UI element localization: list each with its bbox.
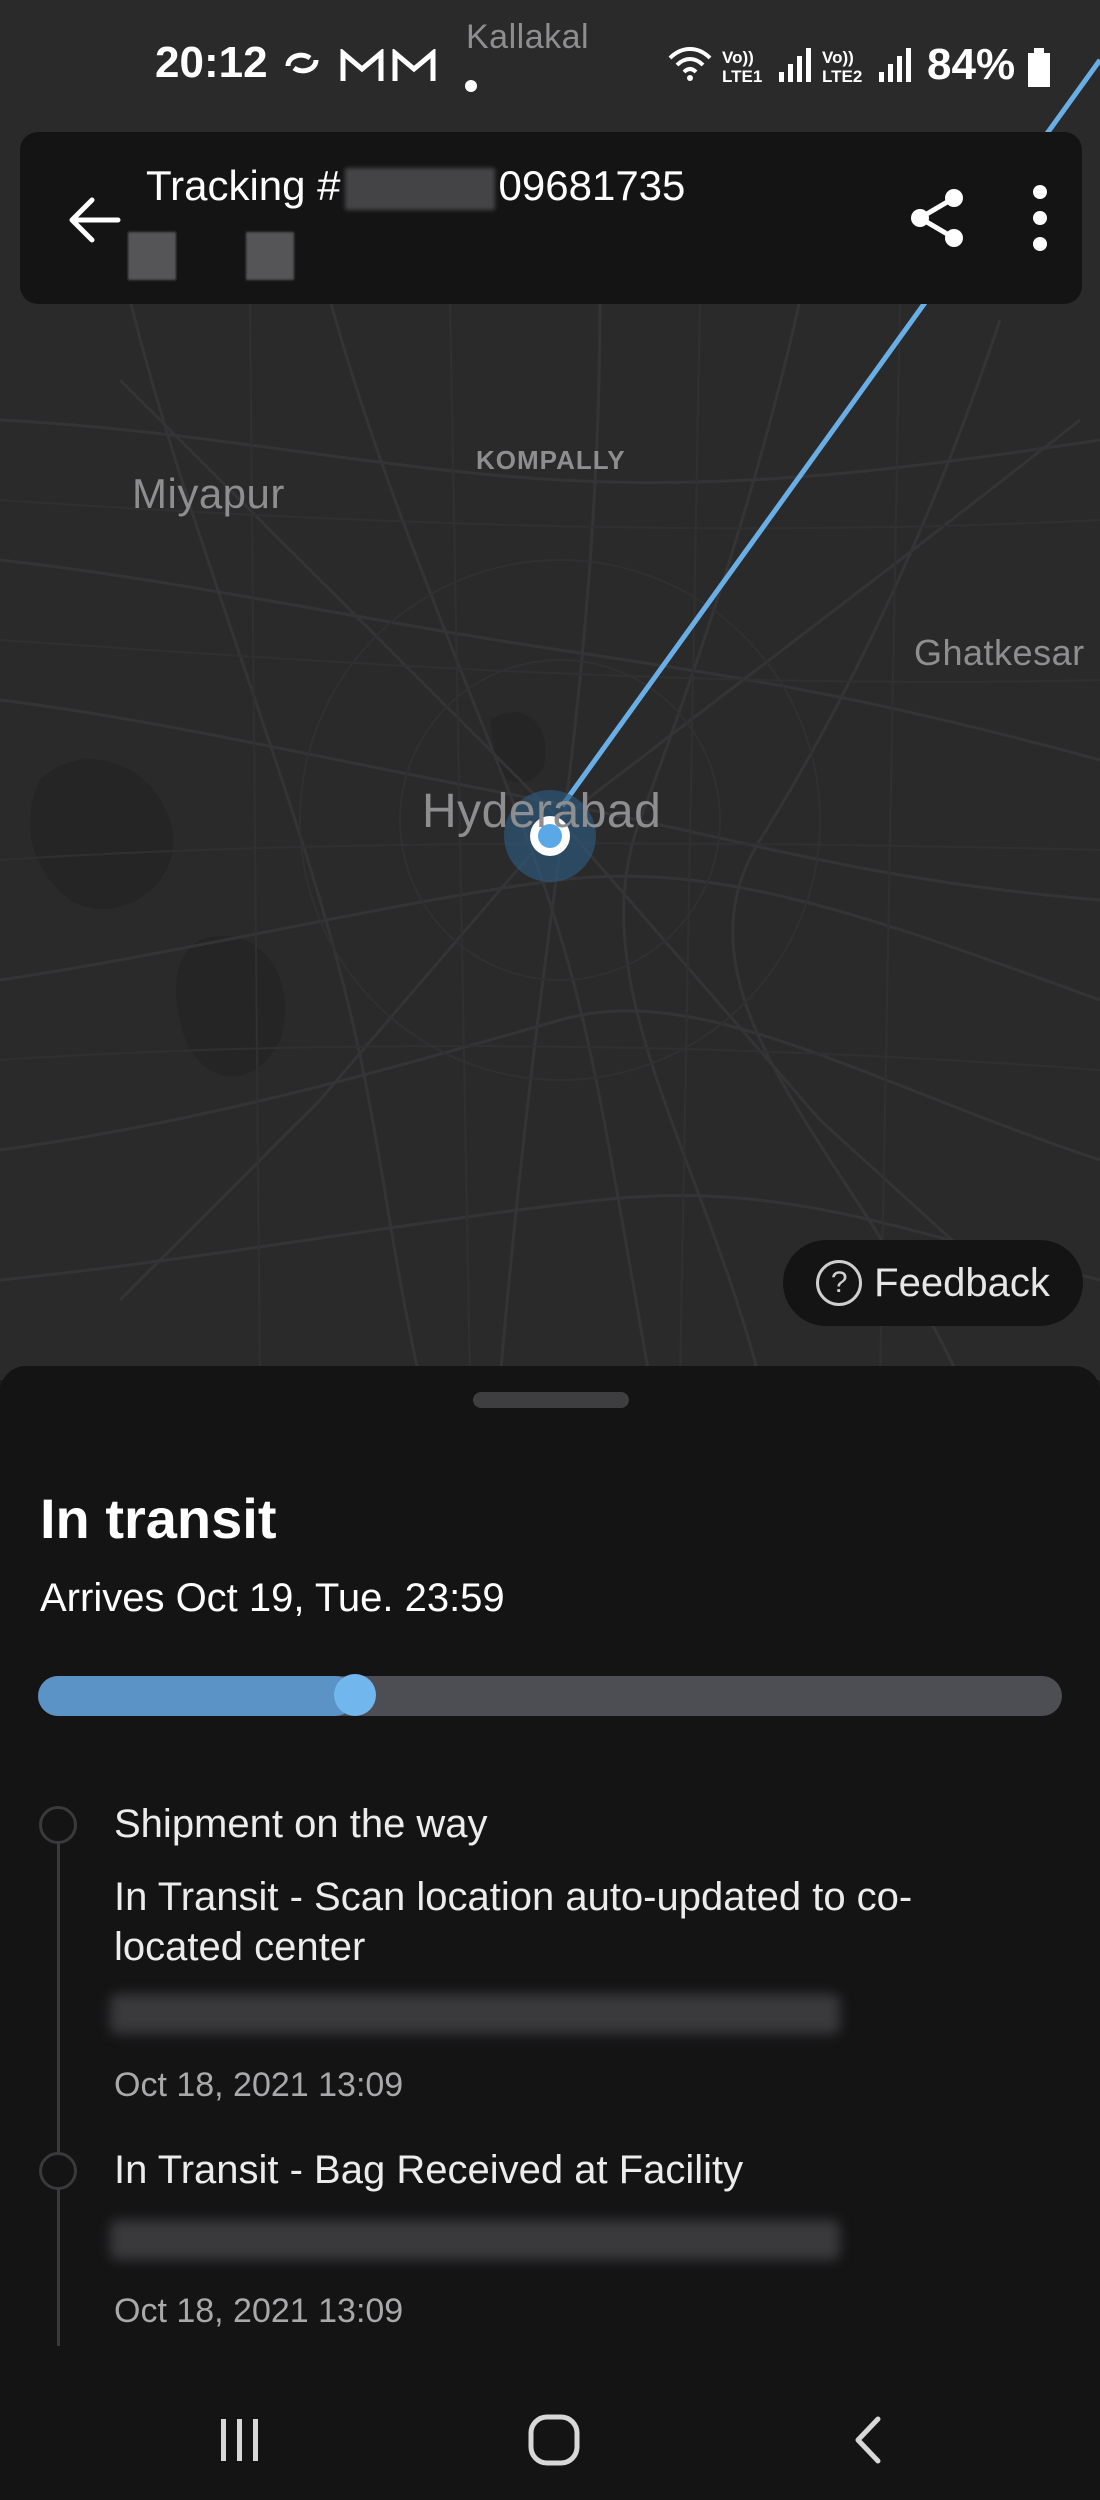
redacted-block [344, 167, 495, 210]
map-label-hyderabad: Hyderabad [422, 785, 662, 838]
battery-icon [1026, 48, 1052, 98]
tracking-header: Tracking # 09681735 [20, 132, 1082, 304]
status-time: 20:12 [155, 38, 268, 87]
delivery-progress-fill [38, 1676, 356, 1716]
tracking-timeline: Shipment on the way In Transit - Scan lo… [0, 1756, 1100, 2356]
feedback-button[interactable]: ? Feedback [783, 1240, 1083, 1326]
event-description: In Transit - Scan location auto-updated … [114, 1875, 913, 1969]
map-label-kompally: KOMPALLY [476, 445, 626, 475]
nav-back-icon [855, 2416, 881, 2464]
system-navigation-bar [0, 2380, 1100, 2500]
lte2-label: Vo)) LTE2 [822, 48, 863, 86]
delivery-progress-bar [38, 1674, 1062, 1716]
event-title: In Transit - Bag Received at Facility [114, 2148, 744, 2192]
tracking-title-prefix: Tracking # [146, 162, 341, 209]
signal-lte1-icon: Vo)) LTE1 [722, 46, 815, 86]
nav-back-button[interactable] [808, 2400, 928, 2480]
timeline-dot [39, 2152, 77, 2190]
gmail-icon [340, 47, 384, 93]
home-button[interactable] [494, 2400, 614, 2480]
share-button[interactable] [890, 170, 986, 266]
tracking-number-title: Tracking # 09681735 [146, 162, 685, 210]
arrow-left-icon [69, 197, 121, 243]
recents-button[interactable] [180, 2400, 300, 2480]
dot-icon [464, 58, 478, 103]
redacted-location [110, 2220, 840, 2260]
signal-lte2-icon: Vo)) LTE2 [822, 46, 915, 86]
gmail-icon [392, 47, 436, 93]
redacted-block [128, 232, 176, 280]
estimated-arrival: Arrives Oct 19, Tue. 23:59 [40, 1576, 505, 1620]
sync-icon [282, 46, 322, 89]
tracking-number-suffix: 09681735 [498, 162, 686, 209]
timeline-dot [39, 1806, 77, 1844]
recents-icon [221, 2419, 258, 2461]
feedback-label: Feedback [874, 1260, 1050, 1305]
redacted-block [246, 232, 294, 280]
wifi-icon [666, 44, 714, 94]
map-label-miyapur: Miyapur [132, 470, 285, 517]
tracking-details-sheet[interactable]: In transit Arrives Oct 19, Tue. 23:59 Sh… [0, 1366, 1100, 2500]
lte1-label: Vo)) LTE1 [722, 48, 763, 86]
event-title: Shipment on the way [114, 1802, 488, 1846]
drag-handle[interactable] [473, 1392, 629, 1408]
delivery-progress-indicator [334, 1674, 377, 1716]
map-view[interactable]: Kallakal KOMPALLY Miyapur Ghatkesar Hyde… [0, 0, 1100, 1380]
status-bar: 20:12 Vo)) LTE1 Vo)) LTE2 84% [0, 0, 1100, 130]
redacted-location [110, 1994, 840, 2034]
tracking-subtitle [128, 232, 294, 282]
event-timestamp: Oct 18, 2021 13:09 [114, 2066, 404, 2104]
more-vertical-icon [1033, 185, 1047, 251]
home-icon [528, 2414, 580, 2466]
battery-percentage: 84% [927, 40, 1016, 89]
timeline-line [57, 1806, 60, 2346]
more-options-button[interactable] [1000, 170, 1080, 266]
help-circle-icon: ? [816, 1260, 863, 1306]
share-icon [911, 189, 963, 247]
map-label-ghatkesar: Ghatkesar [914, 632, 1085, 673]
event-timestamp: Oct 18, 2021 13:09 [114, 2292, 404, 2330]
shipment-status-title: In transit [40, 1487, 277, 1550]
